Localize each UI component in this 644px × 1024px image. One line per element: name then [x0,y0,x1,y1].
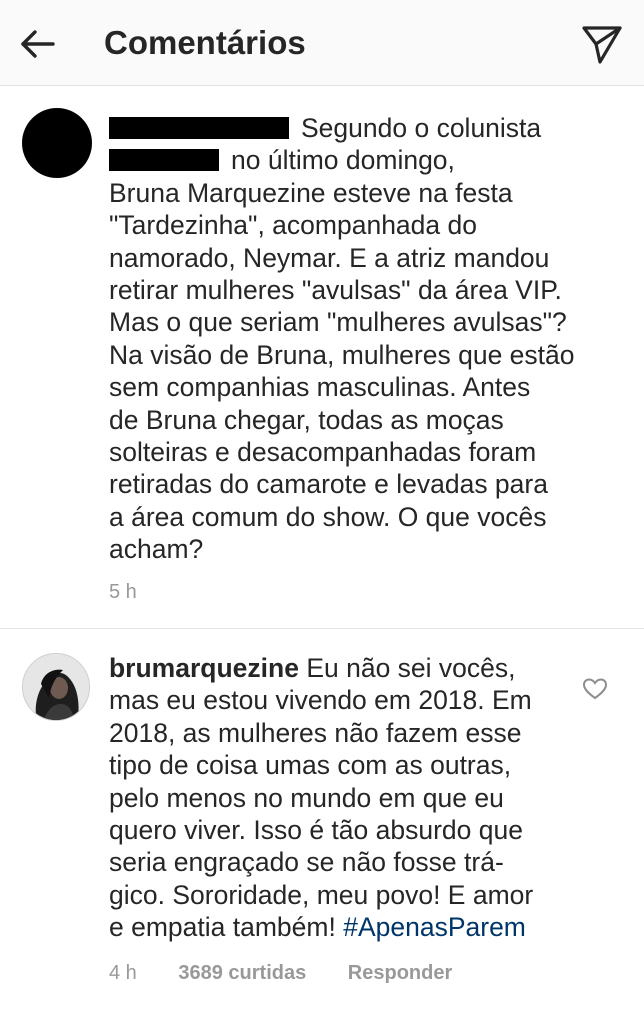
comment-line: sem companhias masculinas. Antes [109,372,531,403]
comment-item: Segundo o colunista no último domingo, B… [0,86,644,628]
comment-line: a área comum do show. O que vocês [109,501,547,532]
comment-line: Bruna Marquezine esteve na festa [109,177,513,208]
paper-plane-icon [582,26,622,64]
redacted-username [109,117,289,139]
comment-line: Segundo o colunista [109,112,579,144]
profile-photo [23,654,89,720]
comment-meta: 4 h 3689 curtidas Responder [109,961,488,985]
avatar[interactable] [22,108,92,178]
comment-line: Na visão de Bruna, mulheres que estão [109,339,575,370]
comment-line: mas eu estou vivendo em 2018. Em [109,685,532,716]
comment-line: retiradas do camarote e levadas para [109,469,548,500]
arrow-left-icon [21,30,55,58]
top-bar: Comentários [0,0,644,86]
comment-line: pelo menos no mundo em que eu [109,782,504,813]
back-button[interactable] [18,24,58,64]
comment-line: tipo de coisa umas com as outras, [109,750,512,781]
comment-time: 4 h [109,962,137,984]
comment-text: brumarquezine Eu não sei vocês, mas eu e… [109,652,564,944]
comment-username[interactable]: brumarquezine [109,653,299,683]
comment-line: retirar mulheres "avulsas" da área VIP. [109,275,562,306]
comment-meta: 5 h [109,580,173,604]
reply-button[interactable]: Responder [348,961,452,985]
comment-line: gico. Sororidade, meu povo! E amor [109,879,534,910]
heart-outline-icon [582,678,608,700]
comment-line: "Tardezinha", acompanhada do [109,210,477,241]
comment-line: acham? [109,534,204,565]
comment-text: Segundo o colunista no último domingo, B… [109,112,579,566]
comment-line: brumarquezine Eu não sei vocês, [109,653,516,683]
like-count[interactable]: 3689 curtidas [178,961,306,985]
like-button[interactable] [582,677,608,701]
share-button[interactable] [580,22,624,66]
avatar[interactable] [22,653,90,721]
comment-line: namorado, Neymar. E a atriz mandou [109,242,550,273]
page-title: Comentários [104,24,306,61]
comment-line: seria engraçado se não fosse trá- [109,847,504,878]
comment-line: quero viver. Isso é tão absurdo que [109,815,523,846]
comment-line: 2018, as mulheres não fazem esse [109,717,522,748]
comment-time: 5 h [109,581,137,603]
redacted-name [109,149,219,172]
comment-item: brumarquezine Eu não sei vocês, mas eu e… [0,628,644,1024]
comment-line: no último domingo, [109,144,579,176]
comment-line: Mas o que seriam "mulheres avulsas"? [109,307,567,338]
hashtag-link[interactable]: #ApenasParem [343,912,526,942]
comment-line: e empatia também! #ApenasParem [109,912,526,943]
comment-line: de Bruna chegar, todas as moças [109,404,504,435]
comment-line: solteiras e desacompanhadas foram [109,437,537,468]
